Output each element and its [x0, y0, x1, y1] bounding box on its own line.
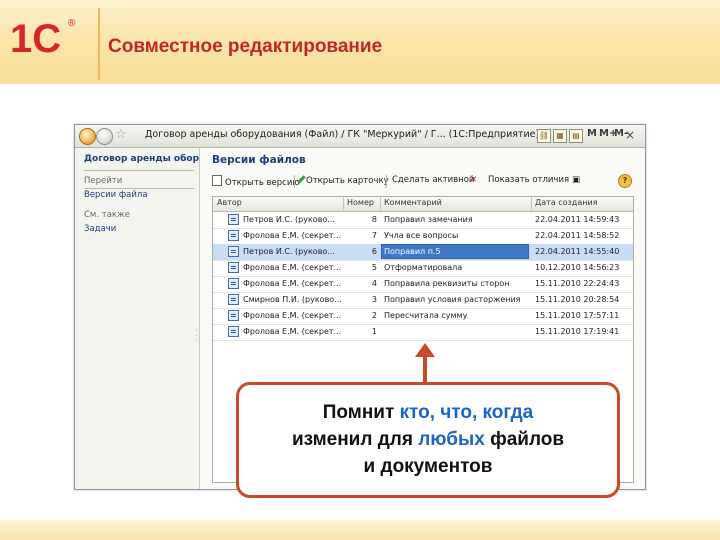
- column-date[interactable]: Дата создания: [535, 198, 597, 207]
- column-separator: [380, 197, 381, 211]
- file-version-icon: [228, 278, 239, 289]
- file-version-icon: [228, 230, 239, 241]
- number-cell: 1: [371, 327, 377, 336]
- close-icon[interactable]: ×: [625, 128, 635, 142]
- open-card-button[interactable]: Открыть карточку: [297, 175, 389, 186]
- sidebar-section-see-also: См. также: [84, 210, 130, 220]
- sidebar: Договор аренды обор... Перейти Версии фа…: [75, 148, 209, 489]
- column-author[interactable]: Автор: [217, 198, 242, 207]
- date-cell: 22.04.2011 14:59:43: [535, 215, 620, 224]
- delete-icon[interactable]: ✕: [470, 175, 477, 185]
- column-separator: [531, 197, 532, 211]
- toolbar-separator: [294, 175, 295, 188]
- number-cell: 7: [371, 231, 377, 240]
- comment-cell: Поправил замечания: [384, 215, 473, 224]
- author-cell: Фролова Е.М. (секрет...: [243, 311, 342, 320]
- author-cell: Фролова Е.М. (секрет...: [243, 279, 342, 288]
- window-title: Договор аренды оборудования (Файл) / ГК …: [145, 129, 540, 140]
- file-version-icon: [228, 262, 239, 273]
- file-version-icon: [228, 326, 239, 337]
- date-cell: 10.12.2010 14:56:23: [535, 263, 620, 272]
- sidebar-section-go: Перейти: [84, 176, 123, 186]
- file-version-icon: [228, 294, 239, 305]
- comment-cell: Поправил условия расторжения: [384, 295, 521, 304]
- date-cell: 22.04.2011 14:58:52: [535, 231, 620, 240]
- file-version-icon: [228, 310, 239, 321]
- open-version-button[interactable]: Открыть версию: [212, 175, 300, 188]
- callout-line-1: Помнит кто, что, когда: [322, 402, 534, 423]
- comment-cell: Поправил п.5: [384, 247, 441, 256]
- number-cell: 3: [371, 295, 377, 304]
- date-cell: 15.11.2010 17:19:41: [535, 327, 620, 336]
- print-icon[interactable]: ▣: [572, 175, 580, 185]
- comment-cell: Пересчитала сумму: [384, 311, 468, 320]
- author-cell: Смирнов П.И. (руково...: [243, 295, 342, 304]
- callout-line-2: изменил для любых файлов: [291, 429, 565, 450]
- sidebar-title[interactable]: Договор аренды обор...: [84, 154, 209, 164]
- svg-text:®: ®: [68, 18, 76, 29]
- number-cell: 6: [371, 247, 377, 256]
- author-cell: Фролова Е.М. (секрет...: [243, 231, 342, 240]
- slide-footer: [0, 520, 720, 540]
- author-cell: Петров И.С. (руково...: [243, 215, 335, 224]
- sidebar-divider: [84, 170, 194, 171]
- make-active-button[interactable]: Сделать активной: [392, 175, 474, 185]
- file-version-icon: [228, 214, 239, 225]
- author-cell: Петров И.С. (руково...: [243, 247, 335, 256]
- sidebar-item-tasks[interactable]: Задачи: [84, 224, 116, 234]
- table-row[interactable]: Фролова Е.М. (секрет... 5 Отформатировала 1…: [213, 260, 633, 277]
- splitter-grip-icon[interactable]: · · ·: [195, 327, 198, 345]
- date-cell: 22.04.2011 14:55:40: [535, 247, 620, 256]
- table-row[interactable]: Фролова Е.М. (секрет... 2 Пересчитала сумм…: [213, 308, 633, 325]
- date-cell: 15.11.2010 17:57:11: [535, 311, 620, 320]
- column-number[interactable]: Номер: [347, 198, 374, 207]
- callout-box: Помнит кто, что, когда изменил для любых…: [236, 382, 620, 498]
- number-cell: 5: [371, 263, 377, 272]
- back-button[interactable]: [79, 128, 96, 145]
- forward-button[interactable]: [96, 128, 113, 145]
- table-row[interactable]: Петров И.С. (руково... 8 Поправил замечани…: [213, 212, 633, 229]
- file-version-icon: [228, 246, 239, 257]
- comment-cell: Поправила реквизиты сторон: [384, 279, 510, 288]
- table-row[interactable]: Фролова Е.М. (секрет... 7 Учла все вопросы…: [213, 228, 633, 245]
- 1c-logo: 1С ®: [10, 17, 76, 60]
- table-row[interactable]: Смирнов П.И. (руково... 3 Поправил условия…: [213, 292, 633, 309]
- column-separator: [343, 197, 344, 211]
- content-title: Версии файлов: [212, 154, 306, 166]
- comment-cell: Отформатировала: [384, 263, 463, 272]
- comment-cell: Учла все вопросы: [384, 231, 459, 240]
- number-cell: 2: [371, 311, 377, 320]
- toolbar-separator: [386, 175, 387, 188]
- column-comment[interactable]: Комментарий: [384, 198, 442, 207]
- calculator-icon[interactable]: ▦: [553, 129, 567, 143]
- sidebar-item-file-versions[interactable]: Версии файла: [84, 190, 148, 200]
- author-cell: Фролова Е.М. (секрет...: [243, 327, 342, 336]
- table-row[interactable]: Фролова Е.М. (секрет... 4 Поправила реквиз…: [213, 276, 633, 293]
- calendar-icon[interactable]: ▤: [569, 129, 583, 143]
- number-cell: 8: [371, 215, 377, 224]
- window-titlebar: ☆ Договор аренды оборудования (Файл) / Г…: [75, 125, 645, 148]
- header-divider: [98, 8, 100, 80]
- table-header: Автор Номер Комментарий Дата создания: [213, 197, 633, 212]
- number-cell: 4: [371, 279, 377, 288]
- memory-button[interactable]: M: [587, 128, 597, 139]
- callout-line-3: и документов: [363, 456, 493, 477]
- callout-arrow: [423, 352, 427, 384]
- show-diff-button[interactable]: Показать отличия: [488, 175, 569, 185]
- date-cell: 15.11.2010 22:24:43: [535, 279, 620, 288]
- help-icon[interactable]: ?: [618, 174, 632, 188]
- slide-header: 1С ® Совместное редактирование: [0, 0, 720, 84]
- link-icon[interactable]: ⛓: [537, 129, 551, 143]
- slide-title: Совместное редактирование: [108, 36, 383, 57]
- table-row[interactable]: Фролова Е.М. (секрет... 1 15.11.2010 17:19…: [213, 324, 633, 341]
- author-cell: Фролова Е.М. (секрет...: [243, 263, 342, 272]
- versions-toolbar: Открыть версию Открыть карточку Сделать …: [212, 174, 632, 190]
- date-cell: 15.11.2010 20:28:54: [535, 295, 620, 304]
- document-icon: [212, 175, 222, 186]
- svg-text:1С: 1С: [10, 17, 61, 60]
- sidebar-divider: [84, 188, 194, 189]
- table-row[interactable]: Петров И.С. (руково... 6 Поправил п.5 22.04…: [213, 244, 633, 261]
- favorite-star-icon[interactable]: ☆: [115, 127, 127, 142]
